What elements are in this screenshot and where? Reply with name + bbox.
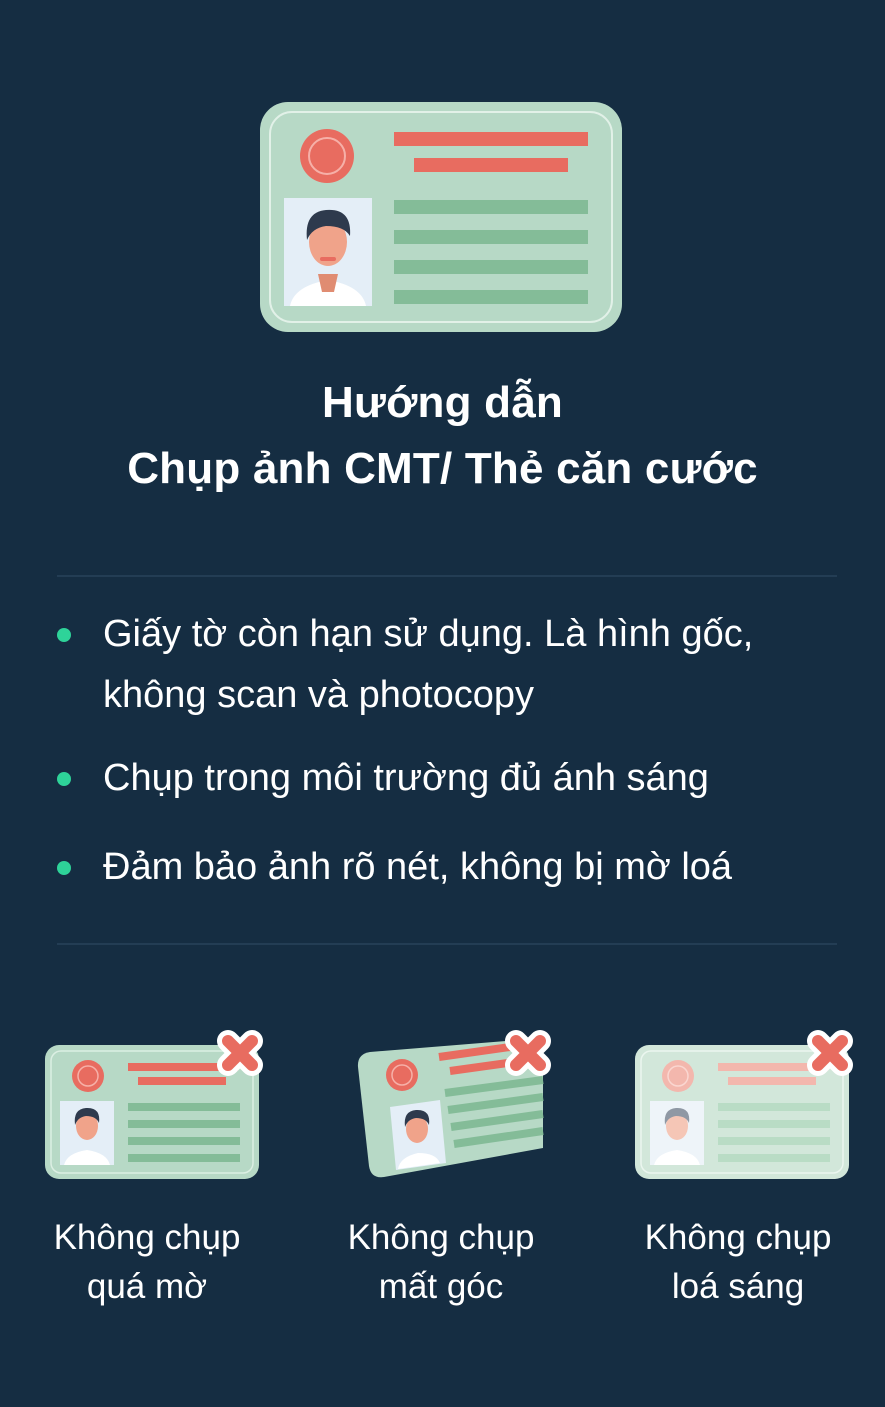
tips-list: Giấy tờ còn hạn sử dụng. Là hình gốc, kh… [56,604,846,898]
list-item: Chụp trong môi trường đủ ánh sáng [56,748,846,809]
title-line-2: Chụp ảnh CMT/ Thẻ căn cước [127,444,758,493]
close-icon [807,1030,853,1076]
list-item: Đảm bảo ảnh rõ nét, không bị mờ loá [56,837,846,898]
bullet-icon [57,772,71,786]
divider-bottom [57,943,837,945]
blurry-id-card-icon [45,1030,263,1179]
warning-label-blurry: Không chụp quá mờ [17,1213,277,1311]
tilted-id-card-icon [357,1030,551,1178]
warning-text: Không chụp [644,1218,832,1257]
list-item: Giấy tờ còn hạn sử dụng. Là hình gốc, kh… [56,604,846,726]
title-line-1: Hướng dẫn [322,378,563,427]
id-card-illustration [260,102,622,332]
warning-label-glare: Không chụp loá sáng [608,1213,868,1311]
tip-text: Giấy tờ còn hạn sử dụng. Là hình gốc, [103,613,754,655]
warning-label-tilted: Không chụp mất góc [311,1213,571,1311]
bullet-icon [57,861,71,875]
page-title: Hướng dẫn Chụp ảnh CMT/ Thẻ căn cước [0,370,885,502]
warning-text: Không chụp [347,1218,535,1257]
bullet-icon [57,628,71,642]
warning-text: quá mờ [86,1267,208,1306]
warning-text: Không chụp [53,1218,241,1257]
glare-id-card-icon [635,1030,853,1179]
warning-text: mất góc [378,1267,504,1306]
close-icon [505,1030,551,1076]
close-icon [217,1030,263,1076]
tip-text: không scan và photocopy [103,674,534,716]
warning-text: loá sáng [671,1267,805,1306]
divider-top [57,575,837,577]
tip-text: Chụp trong môi trường đủ ánh sáng [103,757,709,799]
tip-text: Đảm bảo ảnh rõ nét, không bị mờ loá [103,846,733,888]
portrait-photo [284,198,372,306]
